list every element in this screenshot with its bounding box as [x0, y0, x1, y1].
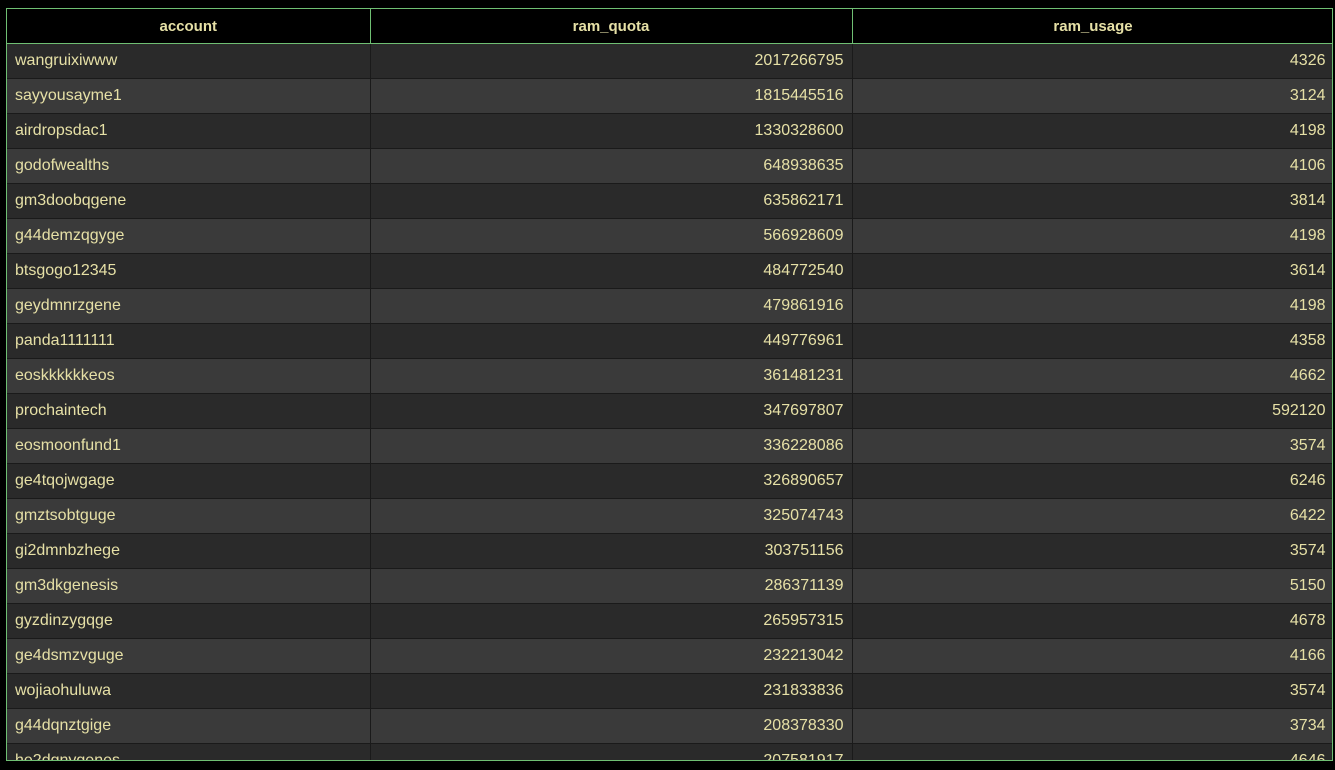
cell-ram-usage: 4326	[852, 43, 1332, 79]
table-row[interactable]: prochaintech 347697807 592120	[7, 393, 1332, 429]
table-row[interactable]: he2dgnygenes 207581917 4646	[7, 743, 1332, 760]
cell-ram-quota: 207581917	[370, 743, 853, 760]
cell-ram-usage: 4678	[852, 603, 1332, 639]
cell-account: ge4dsmzvguge	[7, 638, 371, 674]
cell-ram-quota: 347697807	[370, 393, 853, 429]
cell-ram-usage: 3124	[852, 78, 1332, 114]
table-row[interactable]: panda1111111 449776961 4358	[7, 323, 1332, 359]
cell-ram-quota: 265957315	[370, 603, 853, 639]
cell-ram-usage: 3574	[852, 673, 1332, 709]
cell-ram-usage: 3614	[852, 253, 1332, 289]
header-row: account ram_quota ram_usage	[7, 9, 1332, 44]
cell-ram-usage: 3814	[852, 183, 1332, 219]
cell-ram-quota: 232213042	[370, 638, 853, 674]
cell-ram-usage: 6246	[852, 463, 1332, 499]
cell-ram-usage: 5150	[852, 568, 1332, 604]
table-row[interactable]: gm3dkgenesis 286371139 5150	[7, 568, 1332, 604]
column-header-ram-usage[interactable]: ram_usage	[852, 9, 1332, 44]
cell-ram-usage: 4358	[852, 323, 1332, 359]
cell-ram-usage: 4198	[852, 288, 1332, 324]
column-header-ram-quota[interactable]: ram_quota	[370, 9, 853, 44]
data-table-frame: account ram_quota ram_usage wangruixiwww…	[6, 8, 1333, 761]
cell-account: panda1111111	[7, 323, 371, 359]
cell-account: wangruixiwww	[7, 43, 371, 79]
table-row[interactable]: ge4dsmzvguge 232213042 4166	[7, 638, 1332, 674]
cell-account: ge4tqojwgage	[7, 463, 371, 499]
cell-ram-quota: 484772540	[370, 253, 853, 289]
cell-ram-usage: 4198	[852, 218, 1332, 254]
cell-ram-quota: 361481231	[370, 358, 853, 394]
table-row[interactable]: g44dqnztgige 208378330 3734	[7, 708, 1332, 744]
table-row[interactable]: airdropsdac1 1330328600 4198	[7, 113, 1332, 149]
cell-account: eoskkkkkkeos	[7, 358, 371, 394]
cell-ram-quota: 479861916	[370, 288, 853, 324]
table-row[interactable]: gyzdinzygqge 265957315 4678	[7, 603, 1332, 639]
cell-account: eosmoonfund1	[7, 428, 371, 464]
table-header: account ram_quota ram_usage	[7, 9, 1332, 44]
cell-ram-quota: 635862171	[370, 183, 853, 219]
table-row[interactable]: btsgogo12345 484772540 3614	[7, 253, 1332, 289]
cell-ram-quota: 303751156	[370, 533, 853, 569]
cell-account: gmztsobtguge	[7, 498, 371, 534]
table-body: wangruixiwww 2017266795 4326 sayyousayme1 18…	[7, 43, 1332, 760]
cell-ram-usage: 4646	[852, 743, 1332, 760]
cell-ram-usage: 4198	[852, 113, 1332, 149]
cell-account: gyzdinzygqge	[7, 603, 371, 639]
cell-account: sayyousayme1	[7, 78, 371, 114]
cell-ram-usage: 3574	[852, 533, 1332, 569]
table-row[interactable]: wojiaohuluwa 231833836 3574	[7, 673, 1332, 709]
table-row[interactable]: eosmoonfund1 336228086 3574	[7, 428, 1332, 464]
table-row[interactable]: eoskkkkkkeos 361481231 4662	[7, 358, 1332, 394]
cell-account: gi2dmnbzhege	[7, 533, 371, 569]
table-row[interactable]: gm3doobqgene 635862171 3814	[7, 183, 1332, 219]
table-row[interactable]: g44demzqgyge 566928609 4198	[7, 218, 1332, 254]
cell-ram-quota: 336228086	[370, 428, 853, 464]
table-row[interactable]: sayyousayme1 1815445516 3124	[7, 78, 1332, 114]
cell-ram-quota: 1330328600	[370, 113, 853, 149]
cell-ram-quota: 325074743	[370, 498, 853, 534]
cell-account: airdropsdac1	[7, 113, 371, 149]
cell-ram-quota: 286371139	[370, 568, 853, 604]
cell-account: gm3dkgenesis	[7, 568, 371, 604]
cell-account: btsgogo12345	[7, 253, 371, 289]
cell-ram-usage: 3734	[852, 708, 1332, 744]
cell-ram-quota: 2017266795	[370, 43, 853, 79]
cell-account: he2dgnygenes	[7, 743, 371, 760]
cell-ram-usage: 6422	[852, 498, 1332, 534]
table-row[interactable]: gi2dmnbzhege 303751156 3574	[7, 533, 1332, 569]
cell-account: g44dqnztgige	[7, 708, 371, 744]
cell-ram-quota: 566928609	[370, 218, 853, 254]
table-row[interactable]: gmztsobtguge 325074743 6422	[7, 498, 1332, 534]
cell-account: godofwealths	[7, 148, 371, 184]
cell-account: g44demzqgyge	[7, 218, 371, 254]
column-header-account[interactable]: account	[7, 9, 371, 44]
cell-ram-quota: 326890657	[370, 463, 853, 499]
cell-account: gm3doobqgene	[7, 183, 371, 219]
table-row[interactable]: godofwealths 648938635 4106	[7, 148, 1332, 184]
table-row[interactable]: wangruixiwww 2017266795 4326	[7, 43, 1332, 79]
cell-ram-quota: 449776961	[370, 323, 853, 359]
ram-table: account ram_quota ram_usage wangruixiwww…	[7, 9, 1332, 760]
table-row[interactable]: geydmnrzgene 479861916 4198	[7, 288, 1332, 324]
cell-account: geydmnrzgene	[7, 288, 371, 324]
cell-ram-usage: 3574	[852, 428, 1332, 464]
cell-ram-quota: 208378330	[370, 708, 853, 744]
cell-ram-usage: 4662	[852, 358, 1332, 394]
cell-ram-quota: 648938635	[370, 148, 853, 184]
cell-account: wojiaohuluwa	[7, 673, 371, 709]
table-row[interactable]: ge4tqojwgage 326890657 6246	[7, 463, 1332, 499]
cell-ram-usage: 4166	[852, 638, 1332, 674]
cell-ram-usage: 4106	[852, 148, 1332, 184]
cell-ram-quota: 231833836	[370, 673, 853, 709]
cell-ram-quota: 1815445516	[370, 78, 853, 114]
cell-account: prochaintech	[7, 393, 371, 429]
cell-ram-usage: 592120	[852, 393, 1332, 429]
